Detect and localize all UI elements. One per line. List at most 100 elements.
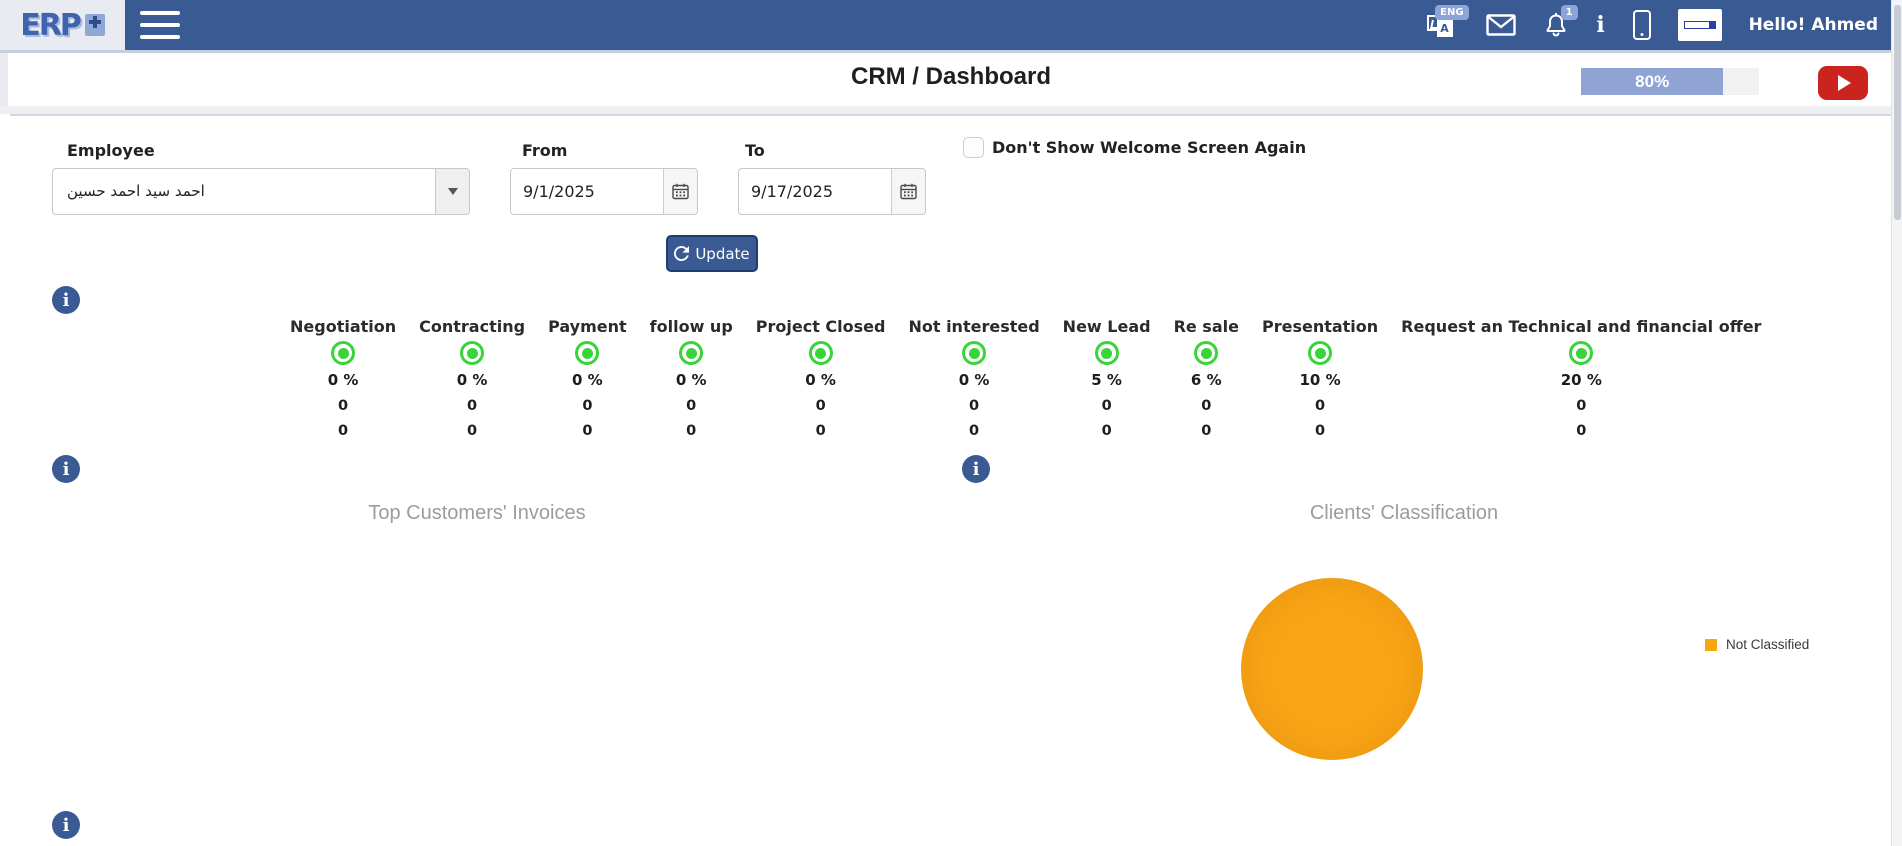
welcome-screen-checkbox-label[interactable]: Don't Show Welcome Screen Again <box>992 138 1306 157</box>
to-calendar-button[interactable] <box>891 169 925 214</box>
status-percent: 0 % <box>328 371 359 389</box>
status-amount: 0 <box>467 423 477 439</box>
language-icon[interactable]: ENG <box>1425 9 1459 41</box>
status-column: Payment 0 % 0 0 <box>548 318 627 439</box>
progress-fill: 80% <box>1581 68 1723 95</box>
status-amount: 0 <box>338 423 348 439</box>
erp-logo-text: ERP <box>20 8 80 43</box>
status-column: Not interested 0 % 0 0 <box>908 318 1039 439</box>
progress-bar: 80% <box>1581 68 1759 95</box>
status-count: 0 <box>1201 398 1211 414</box>
status-column: Presentation 10 % 0 0 <box>1262 318 1378 439</box>
invoices-chart-title: Top Customers' Invoices <box>177 502 777 525</box>
info-icon[interactable] <box>1596 10 1606 40</box>
status-target-icon <box>1095 341 1119 365</box>
scrollbar-thumb[interactable] <box>1894 5 1901 220</box>
status-percent: 20 % <box>1561 371 1602 389</box>
status-amount: 0 <box>582 423 592 439</box>
erp-logo[interactable]: ERP <box>0 0 125 50</box>
status-target-icon <box>331 341 355 365</box>
status-percent: 0 % <box>805 371 836 389</box>
welcome-screen-checkbox[interactable] <box>963 137 984 158</box>
status-percent: 0 % <box>572 371 603 389</box>
status-target-icon <box>679 341 703 365</box>
info-tooltip-icon[interactable] <box>52 286 80 314</box>
calendar-icon <box>672 183 689 200</box>
from-label: From <box>522 141 567 160</box>
from-date-input[interactable]: 9/1/2025 <box>510 168 698 215</box>
update-button-label: Update <box>695 245 749 263</box>
status-label: Re sale <box>1174 318 1239 336</box>
to-date-input[interactable]: 9/17/2025 <box>738 168 926 215</box>
status-label: Not interested <box>908 318 1039 336</box>
employee-select[interactable]: احمد سيد احمد حسين <box>52 168 470 215</box>
play-icon <box>1838 75 1851 91</box>
classification-chart-title: Clients' Classification <box>1104 502 1704 525</box>
info-tooltip-icon[interactable] <box>962 455 990 483</box>
status-count: 0 <box>467 398 477 414</box>
status-count: 0 <box>1576 398 1586 414</box>
progress-label: 80% <box>1635 72 1669 92</box>
play-button[interactable] <box>1818 66 1868 100</box>
status-label: follow up <box>650 318 733 336</box>
update-button[interactable]: Update <box>666 235 758 272</box>
from-calendar-button[interactable] <box>663 169 697 214</box>
status-amount: 0 <box>1576 423 1586 439</box>
status-column: Re sale 6 % 0 0 <box>1174 318 1239 439</box>
status-amount: 0 <box>1315 423 1325 439</box>
mail-icon[interactable] <box>1486 14 1516 36</box>
status-target-icon <box>962 341 986 365</box>
status-target-icon <box>1569 341 1593 365</box>
status-amount: 0 <box>1201 423 1211 439</box>
partner-logo[interactable] <box>1678 9 1722 41</box>
notifications-bell-icon[interactable]: 1 <box>1543 10 1569 40</box>
user-greeting[interactable]: Hello! Ahmed <box>1749 15 1878 35</box>
info-tooltip-icon[interactable] <box>52 455 80 483</box>
status-percent: 0 % <box>676 371 707 389</box>
legend-swatch <box>1705 639 1717 651</box>
status-column: follow up 0 % 0 0 <box>650 318 733 439</box>
status-count: 0 <box>582 398 592 414</box>
status-label: Presentation <box>1262 318 1378 336</box>
status-count: 0 <box>816 398 826 414</box>
to-label: To <box>745 141 765 160</box>
status-count: 0 <box>1315 398 1325 414</box>
content-gap-strip <box>0 106 1902 114</box>
employee-select-arrow-button[interactable] <box>435 169 469 214</box>
hamburger-menu-icon[interactable] <box>140 9 184 41</box>
classification-pie-slice[interactable] <box>1241 578 1423 760</box>
status-label: Project Closed <box>756 318 886 336</box>
vertical-scrollbar[interactable] <box>1891 0 1902 846</box>
notification-count-badge: 1 <box>1561 5 1578 20</box>
legend-label: Not Classified <box>1726 637 1809 652</box>
status-column: Request an Technical and financial offer… <box>1401 318 1761 439</box>
status-amount: 0 <box>686 423 696 439</box>
status-amount: 0 <box>969 423 979 439</box>
status-amount: 0 <box>1102 423 1112 439</box>
status-count: 0 <box>969 398 979 414</box>
mobile-icon[interactable] <box>1633 10 1651 40</box>
classification-legend-item[interactable]: Not Classified <box>1705 637 1809 652</box>
employee-label: Employee <box>67 141 155 160</box>
calendar-icon <box>900 183 917 200</box>
status-target-icon <box>460 341 484 365</box>
status-percent: 0 % <box>457 371 488 389</box>
chevron-down-icon <box>448 188 458 195</box>
status-percent: 5 % <box>1091 371 1122 389</box>
status-label: New Lead <box>1063 318 1151 336</box>
from-date-value: 9/1/2025 <box>511 169 661 214</box>
lead-status-strip: Negotiation 0 % 0 0 Contracting 0 % 0 0 … <box>290 318 1761 439</box>
status-count: 0 <box>686 398 696 414</box>
partner-logo-mark <box>1684 21 1716 29</box>
crm-dashboard-page: ERP ENG <box>0 0 1902 846</box>
info-tooltip-icon[interactable] <box>52 811 80 839</box>
status-target-icon <box>1308 341 1332 365</box>
status-column: New Lead 5 % 0 0 <box>1063 318 1151 439</box>
status-label: Request an Technical and financial offer <box>1401 318 1761 336</box>
status-percent: 0 % <box>959 371 990 389</box>
status-target-icon <box>1194 341 1218 365</box>
status-label: Payment <box>548 318 627 336</box>
status-amount: 0 <box>816 423 826 439</box>
status-percent: 6 % <box>1191 371 1222 389</box>
status-label: Negotiation <box>290 318 396 336</box>
